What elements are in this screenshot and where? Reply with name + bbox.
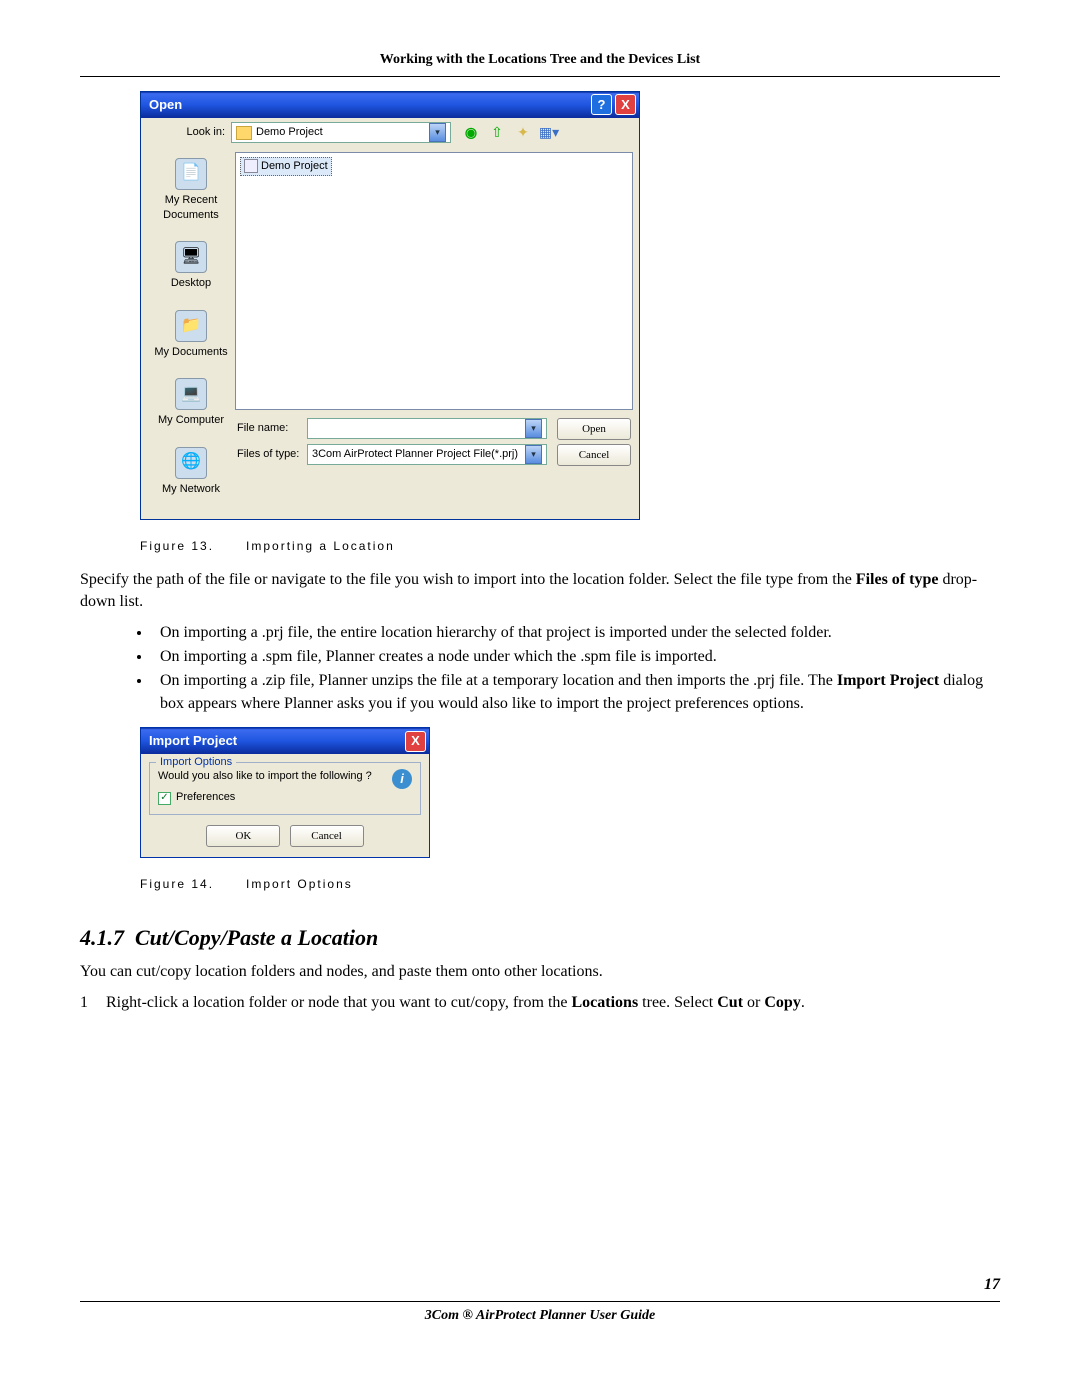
recent-docs-icon: 📄: [175, 158, 207, 190]
place-my-network[interactable]: 🌐 My Network: [162, 447, 220, 497]
import-project-dialog: Import Project X Import Options i Would …: [140, 727, 430, 858]
look-in-dropdown[interactable]: Demo Project ▾: [231, 122, 451, 143]
places-bar: 📄My Recent Documents 🖥 Desktop 📁 My Docume…: [147, 152, 235, 515]
group-legend: Import Options: [156, 755, 236, 770]
footer-rule: [80, 1301, 1000, 1302]
my-documents-icon: 📁: [175, 310, 207, 342]
dialog-title: Import Project: [149, 732, 405, 750]
my-network-icon: 🌐: [175, 447, 207, 479]
files-of-type-label: Files of type:: [237, 447, 307, 462]
section-heading: 4.1.7 Cut/Copy/Paste a Location: [80, 923, 1000, 954]
footer-text: 3Com ® AirProtect Planner User Guide: [80, 1306, 1000, 1326]
place-label: My Recent Documents: [147, 193, 235, 224]
open-dialog: Open ? X Look in: Demo Project ▾ ◉ ⇧ ✦ ▦…: [140, 91, 640, 520]
header-rule: [80, 76, 1000, 77]
new-folder-icon[interactable]: ✦: [513, 123, 533, 143]
figure-13-caption: Figure 13. Importing a Location: [140, 538, 1000, 555]
folder-icon: [236, 126, 252, 140]
place-desktop[interactable]: 🖥 Desktop: [171, 241, 211, 291]
dialog-title: Open: [149, 96, 591, 114]
dropdown-arrow-icon[interactable]: ▾: [429, 123, 446, 142]
bullet-item: On importing a .spm file, Planner create…: [152, 646, 1000, 668]
close-button[interactable]: X: [615, 94, 636, 115]
views-icon[interactable]: ▦▾: [539, 123, 559, 143]
open-button[interactable]: Open: [557, 418, 631, 440]
project-file-icon: [244, 159, 258, 173]
place-my-computer[interactable]: 💻 My Computer: [158, 378, 224, 428]
info-icon[interactable]: i: [392, 769, 412, 789]
help-button[interactable]: ?: [591, 94, 612, 115]
place-label: My Network: [162, 482, 220, 497]
steps-list: 1 Right-click a location folder or node …: [80, 992, 1000, 1014]
close-button[interactable]: X: [405, 731, 426, 752]
bullet-item: On importing a .prj file, the entire loc…: [152, 622, 1000, 644]
chevron-down-icon[interactable]: ▾: [525, 445, 542, 464]
file-name-field[interactable]: ▾: [307, 418, 547, 439]
files-of-type-dropdown[interactable]: 3Com AirProtect Planner Project File(*.p…: [307, 444, 547, 465]
paragraph-1: Specify the path of the file or navigate…: [80, 569, 1000, 614]
title-bar: Open ? X: [141, 92, 639, 118]
place-my-documents[interactable]: 📁 My Documents: [154, 310, 227, 360]
title-bar: Import Project X: [141, 728, 429, 754]
figure-14-caption: Figure 14. Import Options: [140, 876, 1000, 893]
import-options-group: Import Options i Would you also like to …: [149, 762, 421, 815]
files-of-type-value: 3Com AirProtect Planner Project File(*.p…: [312, 447, 518, 462]
place-label: My Documents: [154, 345, 227, 360]
look-in-value: Demo Project: [256, 125, 323, 140]
file-item-label: Demo Project: [261, 159, 328, 174]
look-in-label: Look in:: [175, 125, 225, 140]
file-list-area[interactable]: Demo Project: [235, 152, 633, 410]
up-one-level-icon[interactable]: ⇧: [487, 123, 507, 143]
file-item[interactable]: Demo Project: [240, 157, 332, 176]
bullet-list: On importing a .prj file, the entire loc…: [152, 622, 1000, 716]
ok-button[interactable]: OK: [206, 825, 280, 847]
place-label: My Computer: [158, 413, 224, 428]
cancel-button[interactable]: Cancel: [290, 825, 364, 847]
page-number: 17: [80, 1274, 1000, 1296]
chevron-down-icon[interactable]: ▾: [525, 419, 542, 438]
place-label: Desktop: [171, 276, 211, 291]
checkbox-label: Preferences: [176, 790, 235, 805]
bullet-item: On importing a .zip file, Planner unzips…: [152, 670, 1000, 715]
place-recent[interactable]: 📄My Recent Documents: [147, 158, 235, 224]
my-computer-icon: 💻: [175, 378, 207, 410]
cancel-button[interactable]: Cancel: [557, 444, 631, 466]
section-intro: You can cut/copy location folders and no…: [80, 961, 1000, 983]
step-item: 1 Right-click a location folder or node …: [80, 992, 1000, 1014]
preferences-checkbox[interactable]: ✓: [158, 792, 171, 805]
desktop-icon: 🖥: [175, 241, 207, 273]
back-icon[interactable]: ◉: [461, 123, 481, 143]
import-question: Would you also like to import the follow…: [158, 769, 412, 784]
file-name-label: File name:: [237, 421, 307, 436]
page-header: Working with the Locations Tree and the …: [80, 50, 1000, 70]
